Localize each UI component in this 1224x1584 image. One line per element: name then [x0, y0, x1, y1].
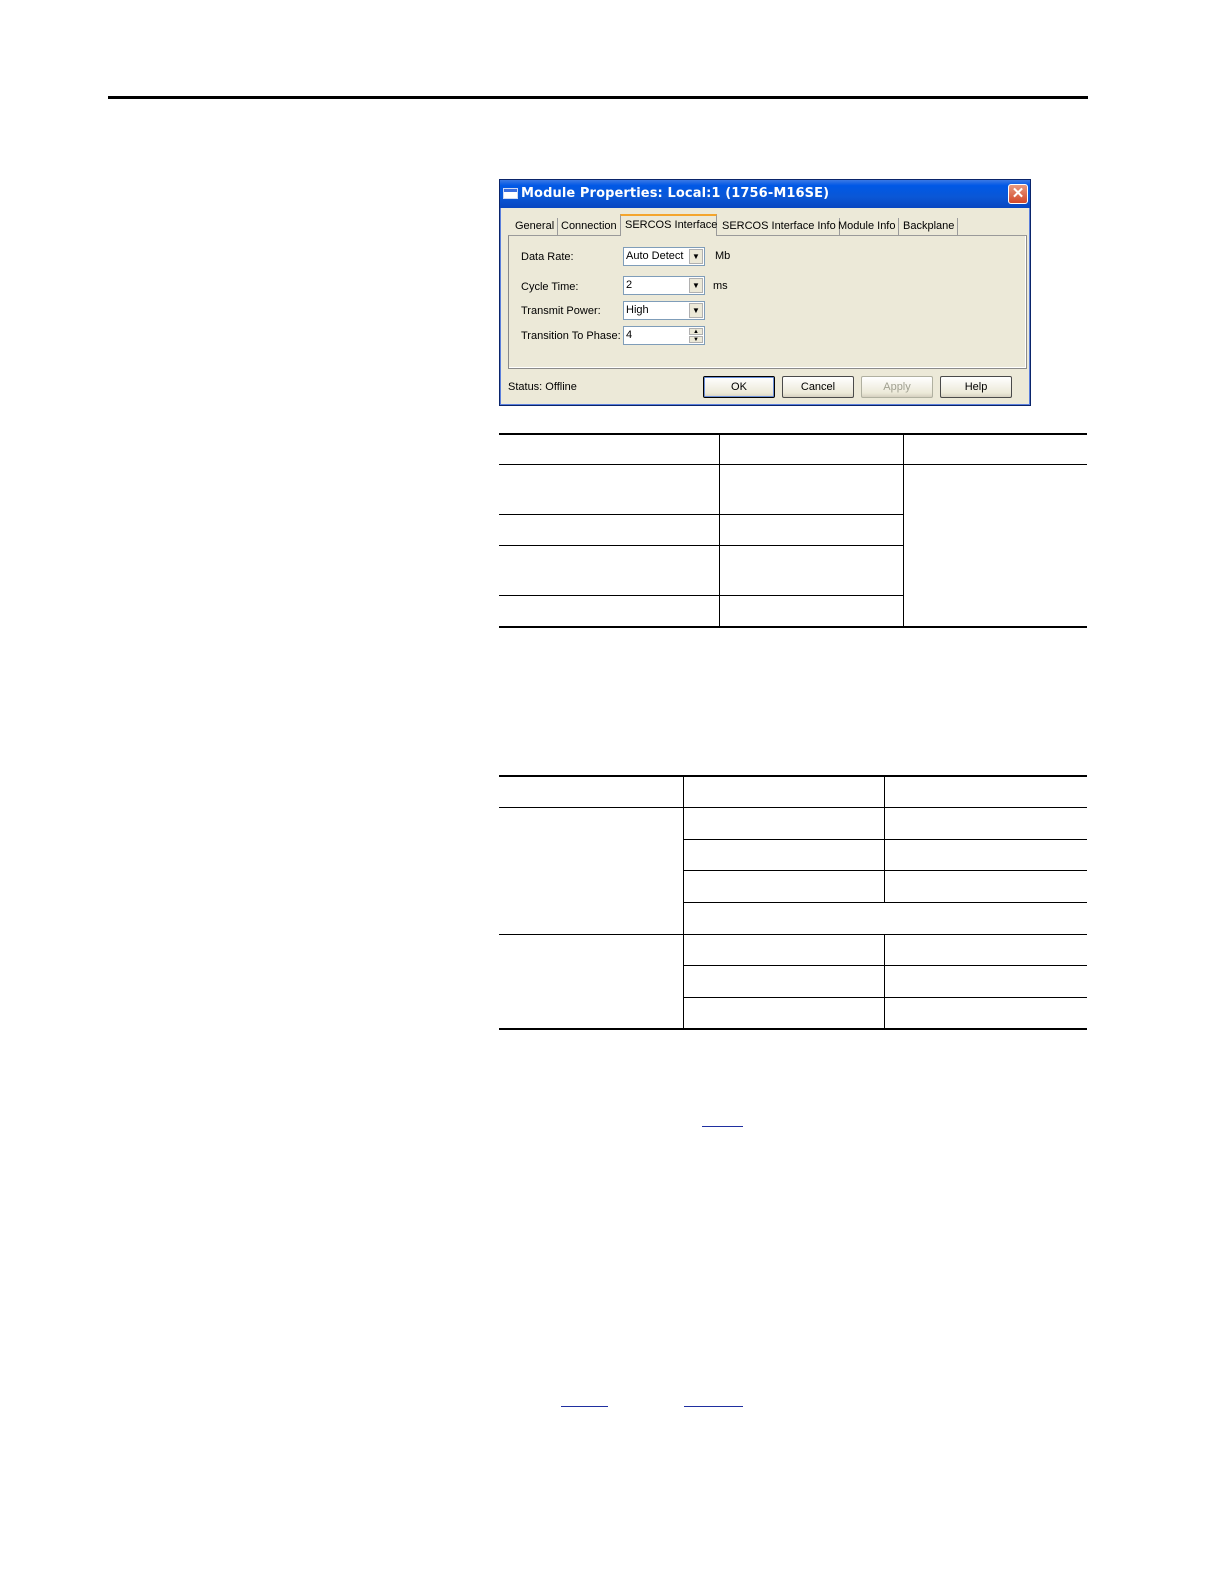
- status-text: Status: Offline: [508, 381, 577, 393]
- data-rate-label: Data Rate:: [521, 251, 574, 263]
- page-link[interactable]: [684, 1406, 743, 1407]
- table-1-row-rule: [499, 595, 903, 596]
- table-2-row-rule: [683, 965, 1087, 966]
- table-2-row-rule: [683, 902, 1087, 903]
- data-rate-select[interactable]: Auto Detect ▼: [623, 247, 705, 266]
- chevron-down-icon[interactable]: ▼: [689, 303, 703, 318]
- page-link[interactable]: [702, 1126, 743, 1127]
- cycle-time-label: Cycle Time:: [521, 281, 579, 293]
- table-2-header-rule: [499, 807, 1087, 808]
- table-2-bottom-rule: [499, 1028, 1087, 1030]
- transmit-power-select[interactable]: High ▼: [623, 301, 705, 320]
- table-1-col-rule: [719, 433, 720, 628]
- page-top-rule: [108, 96, 1088, 99]
- transition-to-phase-label: Transition To Phase:: [521, 330, 621, 342]
- window-icon: [503, 188, 518, 199]
- table-2-col-rule: [884, 775, 885, 902]
- spin-up-icon[interactable]: ▲: [689, 328, 703, 335]
- transition-to-phase-value: 4: [626, 329, 633, 341]
- table-1-bottom-rule: [499, 626, 1087, 628]
- dialog-titlebar[interactable]: Module Properties: Local:1 (1756-M16SE) …: [500, 180, 1030, 208]
- tab-general[interactable]: General: [511, 218, 559, 235]
- cancel-button[interactable]: Cancel: [782, 376, 854, 398]
- data-rate-unit: Mb: [715, 250, 731, 262]
- transmit-power-value: High: [626, 304, 649, 316]
- table-2-row-rule: [683, 997, 1087, 998]
- cycle-time-select[interactable]: 2 ▼: [623, 276, 705, 295]
- dialog-title: Module Properties: Local:1 (1756-M16SE): [521, 186, 830, 201]
- close-icon: ✕: [1011, 185, 1025, 202]
- table-2-row-rule: [683, 839, 1087, 840]
- cycle-time-unit: ms: [713, 280, 728, 292]
- tab-backplane[interactable]: Backplane: [899, 218, 959, 235]
- page-link[interactable]: [561, 1406, 608, 1407]
- table-2-row-rule: [683, 870, 1087, 871]
- table-1-col-rule: [903, 433, 904, 628]
- tab-sercos-interface[interactable]: SERCOS Interface: [620, 214, 717, 236]
- close-button[interactable]: ✕: [1008, 184, 1028, 204]
- help-button[interactable]: Help: [940, 376, 1012, 398]
- table-1-row-rule: [499, 514, 903, 515]
- cycle-time-value: 2: [626, 279, 633, 291]
- table-1-header-rule: [499, 464, 1087, 465]
- table-1-row-rule: [499, 545, 903, 546]
- apply-button[interactable]: Apply: [861, 376, 933, 398]
- tab-sercos-interface-info[interactable]: SERCOS Interface Info: [718, 218, 840, 235]
- transmit-power-label: Transmit Power:: [521, 305, 601, 317]
- module-properties-dialog: Module Properties: Local:1 (1756-M16SE) …: [499, 179, 1031, 406]
- tab-module-info[interactable]: Module Info: [834, 218, 900, 235]
- spin-down-icon[interactable]: ▼: [689, 336, 703, 343]
- sercos-interface-panel: Data Rate: Auto Detect ▼ Mb Cycle Time: …: [508, 235, 1027, 369]
- chevron-down-icon[interactable]: ▼: [689, 249, 703, 264]
- table-2-col-rule: [884, 934, 885, 1029]
- table-1-top-rule: [499, 433, 1087, 435]
- tab-connection[interactable]: Connection: [557, 218, 621, 235]
- chevron-down-icon[interactable]: ▼: [689, 278, 703, 293]
- ok-button[interactable]: OK: [703, 376, 775, 398]
- transition-to-phase-spinner[interactable]: 4 ▲ ▼: [623, 326, 705, 345]
- table-2-row-rule: [499, 934, 1087, 935]
- data-rate-value: Auto Detect: [626, 250, 684, 262]
- table-2-top-rule: [499, 775, 1087, 777]
- table-2-col-rule: [683, 775, 684, 1030]
